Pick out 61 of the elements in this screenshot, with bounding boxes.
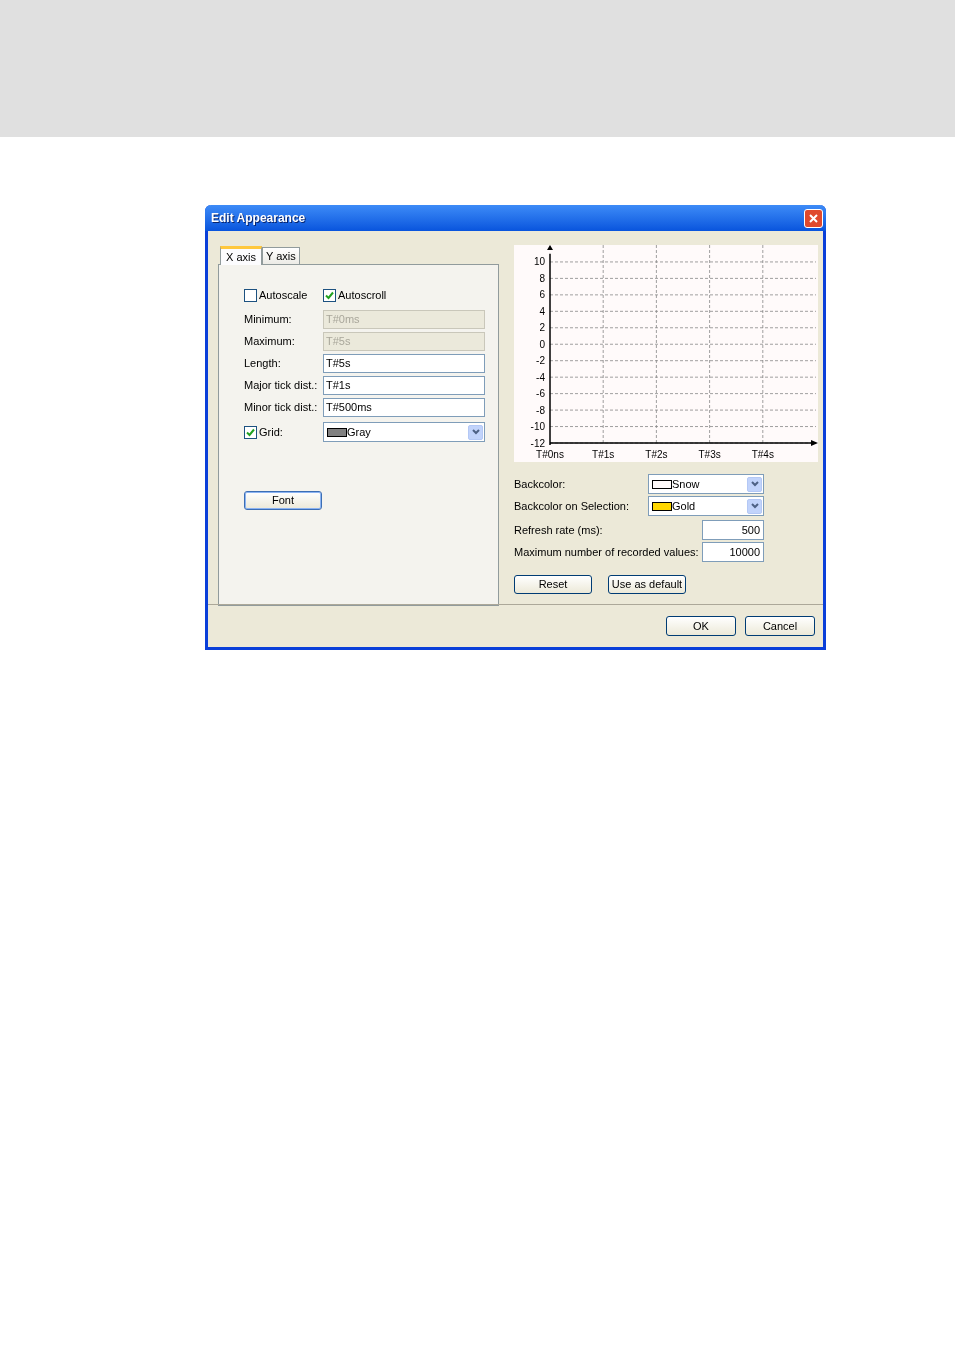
color-dropdown[interactable]: Gray [323, 422, 485, 442]
dropdown-value: Gold [672, 498, 697, 514]
dropdown-value: Gray [347, 424, 372, 440]
y-tick-label: -12 [530, 437, 545, 449]
number-field[interactable]: 500 [702, 520, 764, 540]
y-tick-label: 6 [539, 289, 545, 301]
checkbox[interactable] [244, 425, 257, 439]
checkbox-label: Grid: [259, 424, 283, 440]
y-tick-label: 0 [539, 338, 545, 350]
dropdown-button[interactable] [468, 424, 483, 440]
x-tick-label: T#2s [645, 449, 668, 460]
y-tick-label: -8 [536, 404, 545, 416]
caret-icon [471, 429, 480, 435]
default-button[interactable]: Use as default [608, 575, 686, 594]
tab[interactable]: Y axis [261, 247, 300, 264]
check-icon [246, 427, 255, 437]
window-title: Edit Appearance [211, 210, 306, 227]
y-tick-label: 2 [539, 322, 545, 334]
field-label: Refresh rate (ms): [514, 522, 604, 538]
y-tick-label: 8 [539, 272, 545, 284]
font-button[interactable]: Font [244, 491, 322, 510]
field-label: Minor tick dist.: [244, 400, 319, 416]
checkbox[interactable] [244, 288, 257, 302]
field-label: Maximum number of recorded values: [514, 544, 700, 560]
cancel-button[interactable]: Cancel [745, 616, 815, 636]
y-tick-label: 10 [533, 256, 545, 268]
field-label: Backcolor on Selection: [514, 498, 630, 514]
y-tick-label: -2 [536, 355, 545, 367]
check-icon [325, 290, 334, 300]
color-dropdown[interactable]: Gold [648, 496, 764, 516]
x-tick-label: T#0ns [536, 449, 564, 460]
dropdown-button[interactable] [747, 476, 762, 492]
checkbox-label: Autoscale [259, 287, 308, 303]
ok-button[interactable]: OK [666, 616, 736, 636]
dropdown-value: Snow [672, 476, 701, 492]
x-tick-label: T#1s [592, 449, 615, 460]
field-label: Maximum: [244, 334, 296, 350]
tab[interactable]: X axis [220, 246, 262, 265]
x-tick-label: T#3s [698, 449, 721, 460]
caret-icon [750, 503, 759, 509]
number-field[interactable]: 10000 [702, 542, 764, 562]
x-tick-label: T#4s [751, 449, 774, 460]
y-tick-label: -4 [536, 371, 545, 383]
reset-button[interactable]: Reset [514, 575, 592, 594]
y-tick-label: 4 [539, 305, 545, 317]
close-icon [809, 213, 818, 223]
caret-icon [750, 481, 759, 487]
text-field[interactable]: T#5s [323, 354, 485, 373]
field-label: Major tick dist.: [244, 378, 319, 394]
text-field[interactable]: T#1s [323, 376, 485, 395]
color-dropdown[interactable]: Snow [648, 474, 764, 494]
close-button[interactable] [804, 208, 823, 228]
checkbox-label: Autoscroll [338, 287, 387, 303]
y-tick-label: -10 [530, 421, 545, 433]
text-field[interactable]: T#500ms [323, 398, 485, 417]
field-label: Length: [244, 356, 282, 372]
field-label: Minimum: [244, 312, 293, 328]
field-label: Backcolor: [514, 476, 567, 492]
checkbox[interactable] [323, 288, 336, 302]
dropdown-button[interactable] [747, 498, 762, 514]
y-tick-label: -6 [536, 388, 545, 400]
